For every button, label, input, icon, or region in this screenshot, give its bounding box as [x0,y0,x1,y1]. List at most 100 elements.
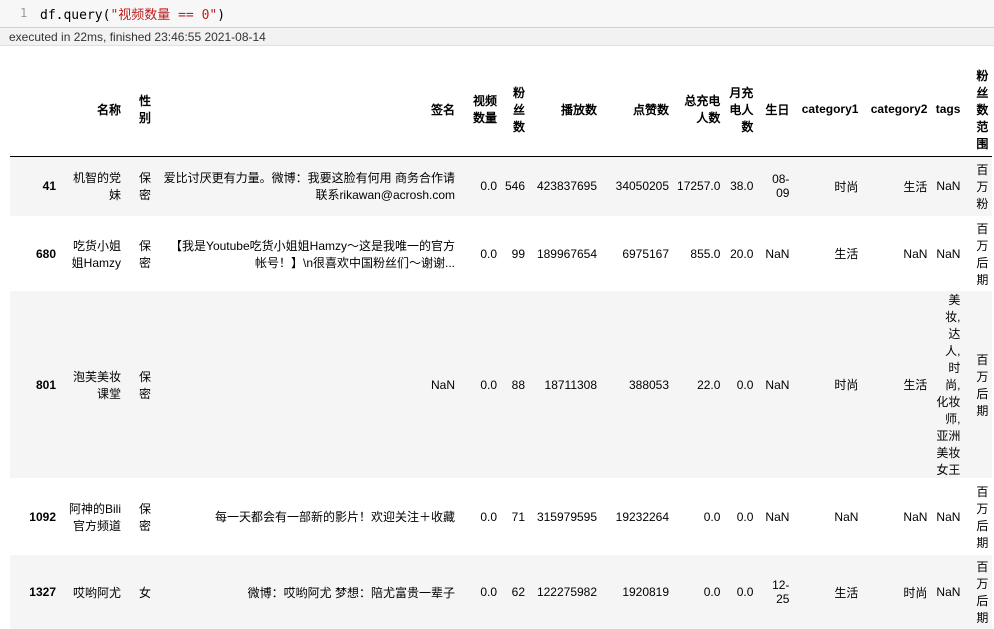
cell-fans: 71 [511,509,526,524]
cell-name: 吃货小姐姐Hamzy [71,238,121,270]
cell-month-charge: 0.0 [736,377,754,392]
cell-birthday: 08-09 [772,172,790,201]
cell-month-charge: 20.0 [730,246,754,261]
table-row: 801 泡芙美妆课堂 保密 NaN 0.0 88 18711308 388053… [10,291,993,478]
cell-tags: NaN [936,585,961,599]
dataframe-output: 名称 性别 签名 视频数量 粉丝数 播放数 点赞数 总充电人数 月充电人数 生日… [10,63,993,629]
line-number: 1 [20,6,28,20]
cell-birthday: NaN [765,377,790,392]
row-index: 680 [35,246,56,261]
column-header: 签名 [155,63,459,157]
cell-tags: NaN [936,246,961,261]
cell-category1: 时尚 [834,378,859,392]
code-text[interactable]: df.query("视频数量 == 0") [40,4,225,23]
code-suffix: ) [217,8,226,23]
cell-category2: NaN [903,509,928,524]
cell-fan-range: 百万后期 [976,484,989,550]
cell-videos: 0.0 [480,509,497,524]
cell-videos: 0.0 [480,246,497,261]
cell-fan-range: 百万后期 [976,560,989,625]
cell-videos: 0.0 [480,585,497,599]
cell-category1: NaN [834,509,859,524]
cell-category1: 生活 [834,585,859,600]
cell-likes: 1920819 [622,585,670,599]
cell-category2: 时尚 [903,585,928,600]
cell-fans: 546 [505,179,526,194]
cell-tags: NaN [936,179,961,194]
cell-plays: 315979595 [536,509,598,524]
cell-sex: 保密 [138,238,151,270]
cell-total-charge: 855.0 [690,246,721,261]
cell-plays: 423837695 [536,179,598,194]
code-cell-input[interactable]: 1 df.query("视频数量 == 0") [0,0,994,28]
table-row: 1092 阿神的Bili官方频道 保密 每一天都会有一部新的影片！欢迎关注＋收藏… [10,478,993,555]
cell-plays: 189967654 [536,246,598,261]
cell-signature: NaN [430,377,455,392]
row-index: 1092 [29,509,56,524]
cell-birthday: NaN [765,246,790,261]
cell-month-charge: 0.0 [736,585,754,599]
row-index: 1327 [29,585,56,599]
cell-videos: 0.0 [480,179,497,194]
cell-name: 泡芙美妆课堂 [72,369,121,401]
cell-name: 哎哟阿尤 [72,585,121,600]
cell-fan-range: 百万后期 [976,221,989,287]
cell-tags: NaN [936,509,961,524]
cell-sex: 保密 [138,369,151,401]
cell-signature: 爱比讨厌更有力量。微博：我要这脸有何用 商务合作请联系rikawan@acros… [163,171,455,203]
cell-category1: 时尚 [834,179,859,194]
table-row: 680 吃货小姐姐Hamzy 保密 【我是Youtube吃货小姐姐Hamzy～这… [10,216,993,291]
cell-sex: 女 [138,585,151,600]
cell-name: 阿神的Bili官方频道 [68,501,121,533]
cell-fans: 88 [511,377,526,392]
cell-sex: 保密 [138,501,151,533]
cell-signature: 每一天都会有一部新的影片！欢迎关注＋收藏 [214,510,455,524]
cell-fan-range: 百万粉 [976,162,989,211]
cell-likes: 34050205 [615,179,670,194]
column-header: 生日 [757,63,794,157]
column-header: 播放数 [529,63,602,157]
cell-category2: 生活 [903,179,928,194]
table-row: 1327 哎哟阿尤 女 微博：哎哟阿尤 梦想：陪尤富贵一辈子 0.0 62 12… [10,555,993,629]
cell-plays: 122275982 [536,585,598,599]
column-header: 粉丝数 [501,63,530,157]
cell-total-charge: 17257.0 [677,179,721,194]
execution-info-bar: executed in 22ms, finished 23:46:55 2021… [0,28,994,46]
row-index: 801 [35,377,56,392]
cell-likes: 19232264 [615,509,670,524]
cell-total-charge: 0.0 [703,585,721,599]
column-header: 粉丝数范围 [964,63,993,157]
cell-birthday: 12-25 [772,578,790,606]
cell-likes: 388053 [628,377,670,392]
column-header: tags [931,63,965,157]
column-header: 总充电人数 [673,63,725,157]
cell-month-charge: 0.0 [736,509,754,524]
column-header: 月充电人数 [724,63,758,157]
row-index: 41 [42,179,56,194]
header-row: 名称 性别 签名 视频数量 粉丝数 播放数 点赞数 总充电人数 月充电人数 生日… [10,63,993,157]
table-row: 41 机智的党妹 保密 爱比讨厌更有力量。微博：我要这脸有何用 商务合作请联系r… [10,156,993,216]
cell-tags: 美妆,达人,时尚,化妆师,亚洲美妆女王 [936,293,961,477]
cell-category2: 生活 [903,378,928,392]
execution-info: executed in 22ms, finished 23:46:55 2021… [9,30,266,44]
cell-name: 机智的党妹 [72,171,121,203]
code-prefix: df.query( [40,8,111,23]
column-header: category1 [793,63,863,157]
cell-fans: 99 [511,246,526,261]
column-header: category2 [862,63,932,157]
column-header: 性别 [125,63,155,157]
column-header: 视频数量 [459,63,501,157]
cell-category1: 生活 [834,247,859,261]
cell-fan-range: 百万后期 [976,352,989,418]
index-header [10,63,60,157]
cell-likes: 6975167 [622,246,670,261]
column-header: 名称 [60,63,125,157]
cell-sex: 保密 [138,171,151,203]
code-string: "视频数量 == 0" [110,8,218,23]
cell-month-charge: 38.0 [730,179,754,194]
cell-fans: 62 [511,585,526,599]
cell-signature: 微博：哎哟阿尤 梦想：陪尤富贵一辈子 [247,585,455,600]
column-header: 点赞数 [601,63,674,157]
cell-videos: 0.0 [480,377,497,392]
cell-birthday: NaN [765,509,790,524]
